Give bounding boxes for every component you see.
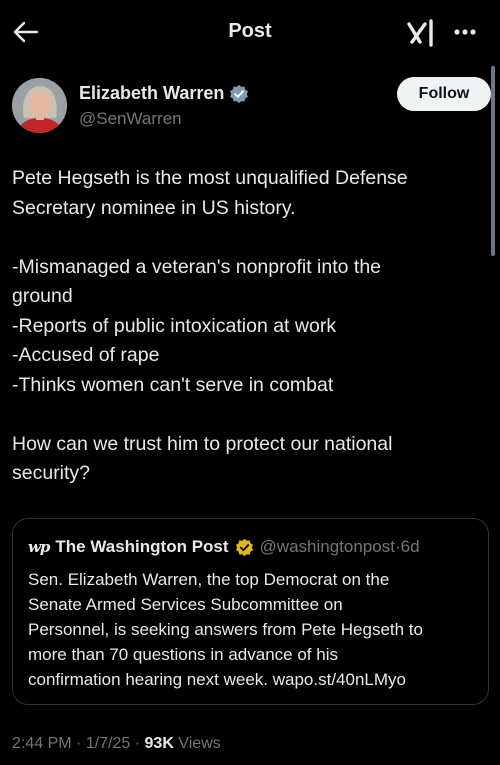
meta-separator: · <box>71 735 86 752</box>
quoted-author-name: The Washington Post <box>55 537 229 556</box>
views-label: Views <box>173 735 221 752</box>
quoted-line: more than 70 questions in advance of his <box>28 645 338 664</box>
tweet-line: Secretary nominee in US history. <box>12 196 296 219</box>
tweet-line: Pete Hegseth is the most unqualified Def… <box>12 167 408 189</box>
post-meta: 2:44 PM · 1/7/25 · 93K Views <box>12 735 221 753</box>
quoted-line: Sen. Elizabeth Warren, the top Democrat … <box>28 570 390 589</box>
top-bar: Post <box>0 0 500 64</box>
tweet-line: -Accused of rape <box>12 344 160 366</box>
quoted-line: confirmation hearing next week. wapo.st/… <box>28 670 406 689</box>
tweet-line: security? <box>12 462 91 484</box>
tweet-line: How can we trust him to protect our nati… <box>12 432 393 455</box>
verified-gold-badge-icon <box>235 538 253 556</box>
quoted-post[interactable]: wp The Washington Post @washingtonpost · 6… <box>12 518 489 705</box>
tweet-line: -Thinks women can't serve in combat <box>12 373 334 396</box>
avatar[interactable] <box>12 78 67 133</box>
follow-button[interactable]: Follow <box>397 77 491 111</box>
tweet-line: ground <box>12 285 73 307</box>
quoted-line: Personnel, is seeking answers from Pete … <box>28 620 423 639</box>
scrollbar[interactable] <box>491 66 495 256</box>
quoted-author-handle: @washingtonpost <box>259 537 395 556</box>
washington-post-logo: wp <box>28 538 50 556</box>
grok-button[interactable] <box>404 16 438 50</box>
quoted-post-age: 6d <box>400 537 420 556</box>
meta-separator: · <box>130 735 145 752</box>
avatar-image <box>12 78 67 133</box>
tweet-line: -Mismanaged a veteran's nonprofit into t… <box>12 255 382 278</box>
quoted-post-text: Sen. Elizabeth Warren, the top Democrat … <box>28 567 483 692</box>
quoted-line: Senate Armed Services Subcommittee on <box>28 595 343 614</box>
more-horizontal-icon <box>454 29 476 35</box>
post-time[interactable]: 2:44 PM <box>12 735 72 753</box>
more-button[interactable] <box>448 18 482 46</box>
author-row: Elizabeth Warren @SenWarren Follow <box>12 76 491 136</box>
quoted-post-header: wp The Washington Post @washingtonpost · 6… <box>28 537 420 557</box>
tweet-text: Pete Hegseth is the most unqualified Def… <box>12 164 482 489</box>
verified-badge-icon <box>230 84 249 103</box>
post-date[interactable]: 1/7/25 <box>86 735 130 753</box>
views-count[interactable]: 93K <box>145 735 174 753</box>
author-handle[interactable]: @SenWarren <box>79 109 182 129</box>
tweet-line: -Reports of public intoxication at work <box>12 314 337 337</box>
grok-icon <box>407 19 433 47</box>
author-name[interactable]: Elizabeth Warren <box>79 83 224 104</box>
